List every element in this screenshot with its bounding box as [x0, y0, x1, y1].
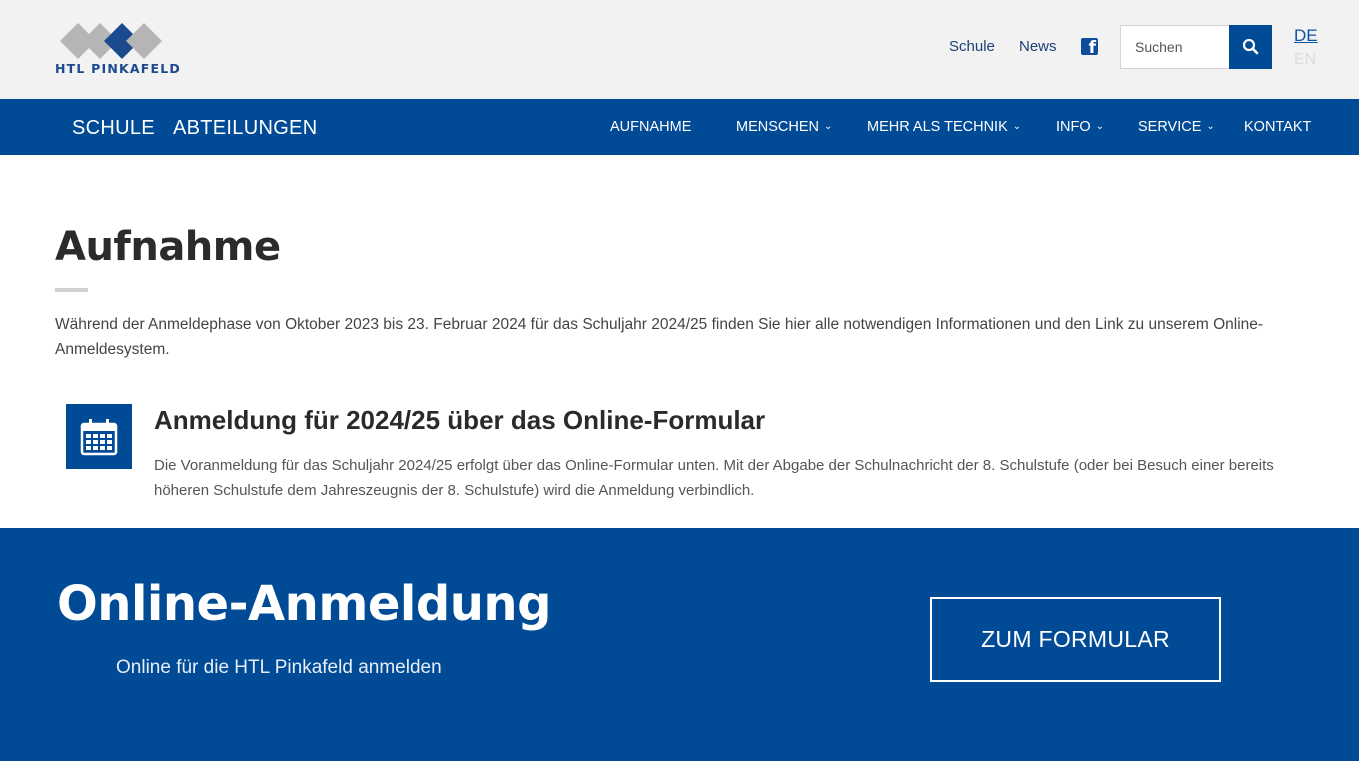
- online-registration-banner: Online-Anmeldung Online für die HTL Pink…: [0, 528, 1359, 761]
- top-header: HTL PINKAFELD Schule News f DE EN: [0, 0, 1359, 99]
- chevron-down-icon: ⌄: [1012, 121, 1022, 132]
- nav-item-mehr-als-technik[interactable]: MEHR ALS TECHNIK ⌄: [867, 119, 1021, 135]
- nav-item-label: INFO: [1056, 119, 1091, 135]
- calendar-icon: [80, 419, 118, 456]
- search-icon: [1242, 38, 1259, 55]
- nav-abteilungen[interactable]: ABTEILUNGEN: [173, 117, 317, 140]
- chevron-down-icon: ⌄: [823, 121, 833, 132]
- banner-title: Online-Anmeldung: [57, 576, 551, 632]
- nav-item-label: MENSCHEN: [736, 119, 819, 135]
- calendar-icon-box: [66, 404, 132, 469]
- logo-text: HTL PINKAFELD: [55, 61, 181, 76]
- intro-text: Während der Anmeldephase von Oktober 202…: [55, 316, 1264, 358]
- title-divider: [55, 288, 88, 292]
- school-logo[interactable]: HTL PINKAFELD: [55, 20, 195, 80]
- language-en-link[interactable]: EN: [1294, 51, 1316, 69]
- main-navigation: SCHULE ABTEILUNGEN AUFNAHME MENSCHEN ⌄ ME…: [0, 99, 1359, 155]
- info-text: Die Voranmeldung für das Schuljahr 2024/…: [154, 457, 1274, 499]
- chevron-down-icon: ⌄: [1206, 121, 1215, 132]
- facebook-icon[interactable]: f: [1081, 38, 1098, 57]
- info-heading: Anmeldung für 2024/25 über das Online-Fo…: [154, 405, 766, 435]
- nav-item-label: KONTAKT: [1244, 119, 1312, 135]
- nav-item-aufnahme[interactable]: AUFNAHME: [610, 119, 691, 135]
- search-button[interactable]: [1229, 25, 1272, 69]
- header-link-schule[interactable]: Schule: [949, 38, 995, 55]
- header-link-news[interactable]: News: [1019, 38, 1057, 55]
- zum-formular-button[interactable]: ZUM FORMULAR: [930, 597, 1221, 682]
- language-de-link[interactable]: DE: [1294, 26, 1318, 46]
- nav-item-label: MEHR ALS TECHNIK: [867, 119, 1008, 135]
- banner-subtitle: Online für die HTL Pinkafeld anmelden: [116, 657, 442, 678]
- nav-item-service[interactable]: SERVICE ⌄: [1138, 119, 1215, 135]
- chevron-down-icon: ⌄: [1095, 121, 1105, 132]
- logo-diamonds-icon: [60, 23, 162, 59]
- page-title: Aufnahme: [55, 224, 281, 270]
- nav-item-info[interactable]: INFO ⌄: [1056, 119, 1104, 135]
- nav-item-label: AUFNAHME: [610, 119, 692, 135]
- nav-item-label: SERVICE: [1138, 119, 1202, 135]
- nav-item-menschen[interactable]: MENSCHEN ⌄: [736, 119, 832, 135]
- nav-item-kontakt[interactable]: KONTAKT: [1244, 119, 1311, 135]
- nav-schule[interactable]: SCHULE: [72, 117, 155, 140]
- search-input[interactable]: [1120, 25, 1230, 69]
